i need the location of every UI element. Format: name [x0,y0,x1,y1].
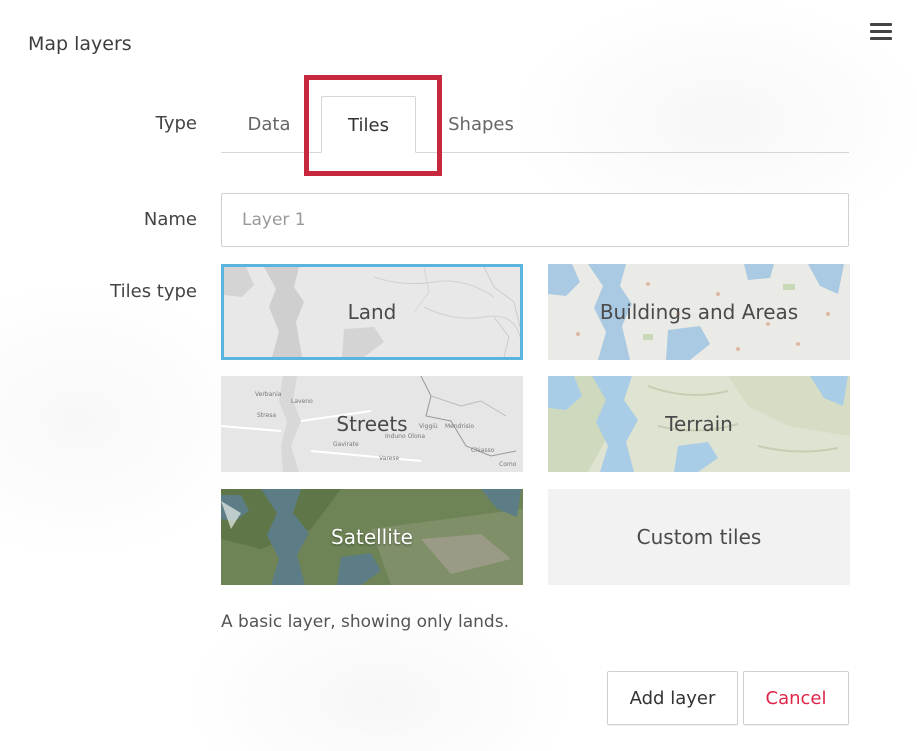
tile-label-streets: Streets [336,412,408,436]
tile-label-terrain: Terrain [665,412,733,436]
tile-label-custom-tiles: Custom tiles [636,525,762,549]
tile-label-land: Land [347,300,397,324]
hamburger-menu-icon[interactable] [870,23,892,42]
tile-option-satellite[interactable]: Satellite [221,489,523,585]
tile-option-terrain[interactable]: Terrain [548,376,850,472]
tile-option-buildings-and-areas[interactable]: Buildings and Areas [548,264,850,360]
tile-label-buildings-and-areas: Buildings and Areas [599,300,799,324]
tile-option-streets[interactable]: Verbania Laveno Stresa Mendrisio Gavirat… [221,376,523,472]
map-layers-panel: Map layers Type Data Tiles Shapes Name T… [0,0,917,751]
tab-data[interactable]: Data [239,96,299,152]
tab-shapes[interactable]: Shapes [443,96,519,152]
tiles-tab-highlight-box [304,75,442,176]
panel-title: Map layers [28,33,132,55]
type-label: Type [155,113,197,134]
name-label: Name [143,209,197,230]
tile-description: A basic layer, showing only lands. [221,612,509,632]
tiles-type-label: Tiles type [110,281,197,302]
tile-label-satellite: Satellite [331,525,413,549]
tile-option-custom-tiles[interactable]: Custom tiles [548,489,850,585]
cancel-button[interactable]: Cancel [743,671,849,725]
tile-option-land[interactable]: Land [221,264,523,360]
layer-name-input[interactable] [221,193,849,247]
add-layer-button[interactable]: Add layer [607,671,738,725]
